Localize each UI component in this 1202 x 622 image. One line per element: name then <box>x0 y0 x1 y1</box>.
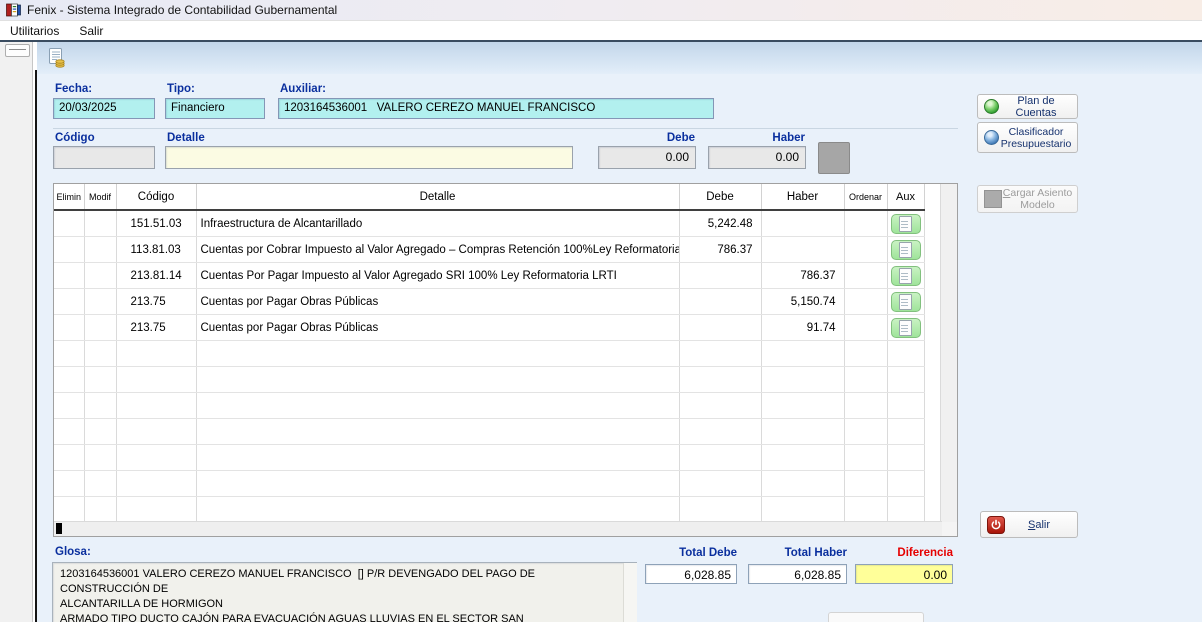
detalle-label: Detalle <box>167 132 205 144</box>
green-sphere-icon <box>984 99 999 114</box>
total-haber-field: 6,028.85 <box>748 564 847 584</box>
entries-grid: Elimin Modif Código Detalle Debe Haber O… <box>53 183 958 537</box>
table-row[interactable] <box>54 367 924 393</box>
total-haber-label: Total Haber <box>748 547 847 559</box>
auxiliar-field[interactable]: 1203164536001 VALERO CEREZO MANUEL FRANC… <box>278 98 714 119</box>
aux-button[interactable] <box>891 266 921 286</box>
haber-input[interactable]: 0.00 <box>708 146 806 169</box>
panel-tab-handle[interactable] <box>5 44 30 57</box>
note-icon <box>899 268 912 284</box>
toolbar <box>37 42 1202 74</box>
new-entry-icon[interactable] <box>46 47 68 69</box>
window-title: Fenix - Sistema Integrado de Contabilida… <box>27 3 337 17</box>
aux-button[interactable] <box>891 240 921 260</box>
grid-vertical-scrollbar[interactable] <box>940 184 957 522</box>
note-icon <box>899 320 912 336</box>
gray-square-icon <box>984 190 1002 208</box>
left-collapsed-panel[interactable] <box>0 42 33 622</box>
grid-header-row: Elimin Modif Código Detalle Debe Haber O… <box>54 184 924 210</box>
clipped-bottom-button[interactable] <box>828 612 924 622</box>
table-row[interactable]: 151.51.03Infraestructura de Alcantarilla… <box>54 210 924 237</box>
aux-button[interactable] <box>891 292 921 312</box>
salir-button[interactable]: Salir <box>980 511 1078 538</box>
app-icon <box>6 3 21 17</box>
total-debe-label: Total Debe <box>645 547 737 559</box>
codigo-input[interactable] <box>53 146 155 169</box>
blue-sphere-icon <box>984 130 999 145</box>
title-bar: Fenix - Sistema Integrado de Contabilida… <box>0 0 1202 21</box>
grid-rows-area: Elimin Modif Código Detalle Debe Haber O… <box>54 184 941 522</box>
table-row[interactable]: 213.75Cuentas por Pagar Obras Públicas5,… <box>54 289 924 315</box>
table-row[interactable]: 213.75Cuentas por Pagar Obras Públicas91… <box>54 315 924 341</box>
table-row[interactable] <box>54 471 924 497</box>
menu-utilitarios[interactable]: Utilitarios <box>0 22 69 40</box>
table-row[interactable] <box>54 419 924 445</box>
col-detalle: Detalle <box>196 184 679 210</box>
codigo-label: Código <box>55 132 95 144</box>
col-ordenar: Ordenar <box>844 184 887 210</box>
cargar-asiento-modelo-button: Cargar Asiento Modelo <box>977 185 1078 213</box>
glosa-textarea[interactable]: 1203164536001 VALERO CEREZO MANUEL FRANC… <box>52 562 637 622</box>
table-row[interactable]: 213.81.14Cuentas Por Pagar Impuesto al V… <box>54 263 924 289</box>
auxiliar-label: Auxiliar: <box>280 83 326 95</box>
cargar-asiento-label: Cargar Asiento Modelo <box>1002 187 1073 211</box>
clasificador-presupuestario-button[interactable]: Clasificador Presupuestario <box>977 122 1078 153</box>
col-elimin: Elimin <box>54 184 84 210</box>
scrollbar-corner <box>942 522 957 536</box>
plan-de-cuentas-label: Plan de Cuentas <box>999 95 1073 119</box>
debe-input[interactable]: 0.00 <box>598 146 696 169</box>
glosa-scrollbar[interactable] <box>623 563 637 622</box>
note-icon <box>899 242 912 258</box>
menu-bar: Utilitarios Salir <box>0 21 1202 42</box>
clasificador-label: Clasificador Presupuestario <box>999 126 1073 150</box>
col-debe: Debe <box>679 184 761 210</box>
detalle-input[interactable] <box>165 146 573 169</box>
table-row[interactable] <box>54 393 924 419</box>
fecha-field[interactable]: 20/03/2025 <box>53 98 155 119</box>
haber-label: Haber <box>708 132 805 144</box>
scrollbar-thumb[interactable] <box>56 523 62 534</box>
salir-label: Salir <box>1005 519 1073 531</box>
main-panel: Fecha: 20/03/2025 Tipo: Financiero Auxil… <box>37 74 1202 622</box>
plan-de-cuentas-button[interactable]: Plan de Cuentas <box>977 94 1078 119</box>
glosa-label: Glosa: <box>55 546 91 558</box>
col-haber: Haber <box>761 184 844 210</box>
aux-button[interactable] <box>891 318 921 338</box>
menu-salir[interactable]: Salir <box>69 22 113 40</box>
tipo-label: Tipo: <box>167 83 195 95</box>
grid-body: 151.51.03Infraestructura de Alcantarilla… <box>54 210 924 522</box>
debe-label: Debe <box>598 132 695 144</box>
grid-horizontal-scrollbar[interactable] <box>54 521 942 536</box>
table-row[interactable] <box>54 445 924 471</box>
note-icon <box>899 216 912 232</box>
diferencia-field: 0.00 <box>855 564 953 584</box>
tipo-field[interactable]: Financiero <box>165 98 265 119</box>
table-row[interactable]: 113.81.03Cuentas por Cobrar Impuesto al … <box>54 237 924 263</box>
power-icon <box>987 516 1005 534</box>
separator <box>53 128 958 129</box>
col-aux: Aux <box>887 184 924 210</box>
aux-button[interactable] <box>891 214 921 234</box>
total-debe-field: 6,028.85 <box>645 564 737 584</box>
fecha-label: Fecha: <box>55 83 92 95</box>
note-icon <box>899 294 912 310</box>
col-codigo: Código <box>116 184 196 210</box>
entry-action-button[interactable] <box>818 142 850 174</box>
diferencia-label: Diferencia <box>855 547 953 559</box>
table-row[interactable] <box>54 497 924 523</box>
col-modif: Modif <box>84 184 116 210</box>
table-row[interactable] <box>54 341 924 367</box>
